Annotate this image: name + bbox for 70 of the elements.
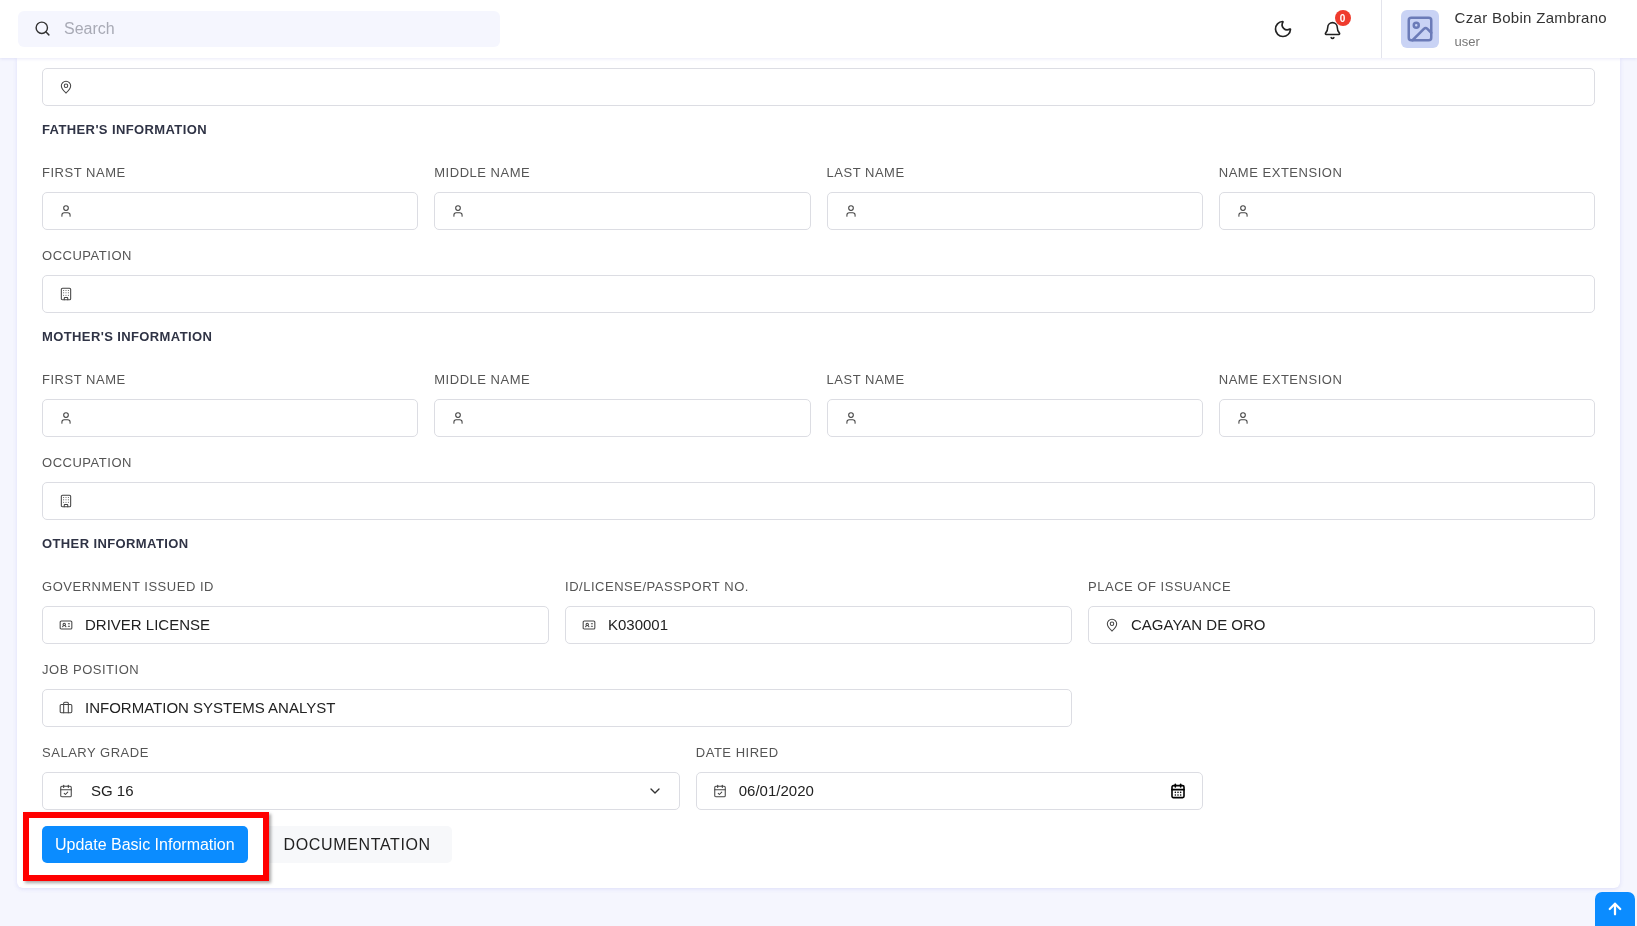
field-value: CAGAYAN DE ORO [1131, 614, 1266, 635]
input-field[interactable] [42, 192, 419, 230]
notification-count: 0 [1334, 10, 1351, 26]
field-label: SALARY GRADE [42, 745, 150, 761]
input-field[interactable] [826, 192, 1203, 230]
field-label: MIDDLE NAME [434, 372, 532, 388]
field-label: FIRST NAME [42, 372, 127, 388]
field-label: DATE HIRED [695, 745, 780, 761]
avatar-image[interactable] [1400, 10, 1439, 48]
section-title: OTHER INFORMATION [42, 536, 190, 552]
input-field[interactable] [826, 399, 1203, 437]
input-field[interactable] [42, 68, 1595, 106]
field-label: NAME EXTENSION [1218, 372, 1344, 388]
section-title: FATHER'S INFORMATION [42, 122, 208, 138]
input-field[interactable] [42, 482, 1595, 520]
user-role: user [1454, 32, 1481, 51]
input-field[interactable] [434, 192, 811, 230]
input-field[interactable]: INFORMATION SYSTEMS ANALYST [42, 689, 1072, 727]
input-field[interactable]: CAGAYAN DE ORO [1088, 606, 1595, 644]
scroll-to-top-button[interactable] [1595, 892, 1635, 926]
person-icon [451, 411, 466, 425]
field-value: SG 16 [91, 780, 134, 801]
location-pin-icon [59, 80, 73, 94]
field-label: GOVERNMENT ISSUED ID [42, 579, 215, 595]
date-field[interactable]: 06/01/2020 [695, 772, 1203, 810]
id-card-icon [582, 618, 596, 632]
field-label: NAME EXTENSION [1218, 165, 1344, 181]
person-icon [843, 411, 858, 425]
input-field[interactable] [1218, 192, 1595, 230]
search-field[interactable]: Search [18, 11, 500, 47]
bell-icon [1322, 21, 1342, 40]
user-name: Czar Bobin Zambrano [1454, 8, 1607, 28]
input-field[interactable]: K030001 [565, 606, 1072, 644]
section-title: MOTHER'S INFORMATION [42, 329, 214, 345]
person-icon [451, 204, 466, 218]
field-value: INFORMATION SYSTEMS ANALYST [85, 697, 336, 718]
field-label: OCCUPATION [42, 248, 133, 264]
dark-mode-icon[interactable] [1272, 19, 1293, 39]
calendar-icon [59, 784, 73, 798]
building-icon [59, 287, 73, 301]
input-field[interactable] [434, 399, 811, 437]
input-field[interactable] [42, 399, 419, 437]
field-label: FIRST NAME [42, 165, 127, 181]
briefcase-icon [59, 701, 73, 715]
input-field[interactable] [1218, 399, 1595, 437]
person-icon [59, 204, 73, 218]
person-icon [1235, 411, 1250, 425]
field-label: MIDDLE NAME [434, 165, 532, 181]
select-field[interactable]: SG 16 [42, 772, 680, 810]
person-icon [59, 411, 73, 425]
calendar-icon [712, 784, 727, 798]
field-label: ID/LICENSE/PASSPORT NO. [565, 579, 750, 595]
field-label: LAST NAME [826, 165, 906, 181]
field-label: LAST NAME [826, 372, 906, 388]
field-label: PLACE OF ISSUANCE [1088, 579, 1233, 595]
notifications-button[interactable]: 0 [1320, 10, 1351, 42]
location-pin-icon [1105, 618, 1119, 632]
building-icon [59, 494, 73, 508]
person-icon [1235, 204, 1250, 218]
person-icon [843, 204, 858, 218]
field-value: DRIVER LICENSE [85, 614, 211, 635]
field-value: 06/01/2020 [738, 780, 814, 801]
field-label: JOB POSITION [42, 662, 141, 678]
field-label: OCCUPATION [42, 455, 133, 471]
search-icon [34, 20, 51, 37]
calendar-picker-icon[interactable] [1169, 783, 1186, 799]
input-field[interactable] [42, 275, 1595, 313]
id-card-icon [59, 618, 73, 632]
input-field[interactable]: DRIVER LICENSE [42, 606, 549, 644]
field-value: K030001 [608, 614, 669, 635]
